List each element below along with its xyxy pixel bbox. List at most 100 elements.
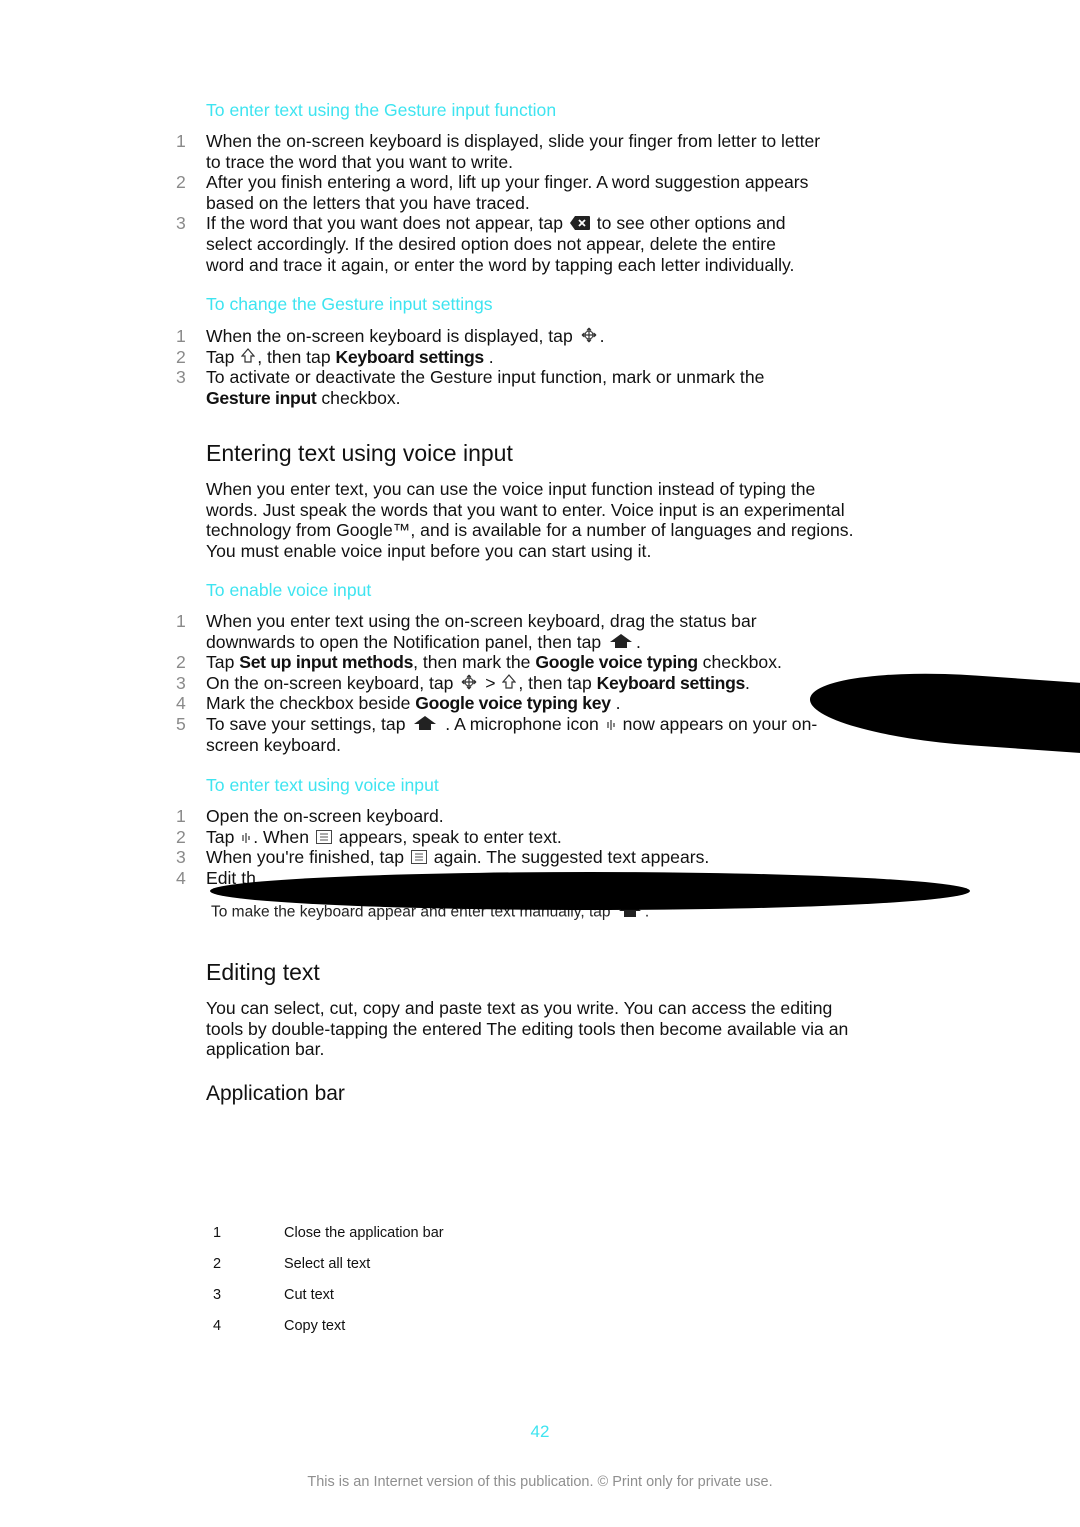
paragraph-line: tools by double-tapping the entered The … (0, 1019, 1080, 1040)
table-row-label: Close the application bar (284, 1225, 444, 1241)
text-run: checkbox. (316, 387, 401, 408)
text-run: After you finish entering a word, lift u… (206, 172, 809, 193)
line-text: You must enable voice input before you c… (206, 541, 651, 562)
steps-gesture-settings: 1 When the on-screen keyboard is displaye… (0, 326, 1080, 408)
text-run: When the on-screen keyboard is displayed… (206, 326, 578, 346)
step-number: 2 (176, 346, 186, 367)
shift-icon (240, 347, 256, 369)
table-row-number: 4 (213, 1318, 222, 1334)
text-run: to trace the word that you want to write… (206, 151, 514, 172)
text-run: . (610, 693, 621, 714)
heading-voice-input: Entering text using voice input (206, 440, 513, 466)
text-run: To activate or deactivate the Gesture in… (206, 367, 765, 388)
step-number: 2 (176, 652, 186, 673)
text-run: . A microphone icon (440, 713, 604, 734)
line-text: technology from Google™, and is availabl… (206, 520, 853, 541)
step-number: 3 (176, 213, 186, 234)
line-text: Tap , then tap Keyboard settings . (206, 347, 494, 369)
step-number: 1 (176, 611, 186, 631)
step-number: 3 (176, 672, 186, 693)
text-run: . (483, 346, 494, 367)
line-text: Tap . When appears, speak to enter text. (206, 827, 562, 849)
line-text: When the on-screen keyboard is displayed… (206, 131, 820, 152)
step-line: 3 To activate or deactivate the Gesture i… (0, 367, 1080, 388)
step-number: 1 (176, 806, 186, 826)
table-row-label: Select all text (284, 1256, 371, 1272)
text-run: . (636, 631, 641, 652)
paragraph-voice-intro: When you enter text, you can use the voi… (0, 479, 1080, 561)
paragraph-editing-intro: You can select, cut, copy and paste text… (0, 998, 1080, 1060)
text-run: word and trace it again, or enter the wo… (206, 254, 795, 275)
bold-term: Google voice typing key (415, 693, 611, 714)
table-row-label: Cut text (284, 1287, 334, 1303)
text-run: When you enter text, you can use the voi… (206, 479, 816, 499)
bold-term: Gesture input (206, 387, 317, 408)
step-number: 3 (176, 847, 186, 868)
text-run: . (599, 326, 605, 346)
line-text: screen keyboard. (206, 735, 341, 756)
step-number: 1 (176, 131, 186, 151)
text-run: , then tap (518, 672, 597, 693)
text-run: When the on-screen keyboard is displayed… (206, 131, 821, 151)
step-line: downwards to open the Notification panel… (0, 632, 1080, 653)
line-text: When you're finished, tap again. The sug… (206, 847, 709, 869)
line-text: You can select, cut, copy and paste text… (206, 998, 832, 1019)
text-run: When you're finished, tap (206, 847, 409, 868)
step-number: 1 (176, 326, 186, 346)
table-row-number: 1 (213, 1225, 222, 1241)
text-run: application bar. (206, 1039, 325, 1060)
step-line: word and trace it again, or enter the wo… (0, 255, 1080, 276)
step-line: select accordingly. If the desired optio… (0, 234, 1080, 255)
paragraph-line: words. Just speak the words that you wan… (0, 500, 1080, 521)
step-number: 2 (176, 172, 186, 193)
text-run: > (480, 672, 501, 693)
text-run: . When (253, 826, 314, 847)
step-line: 1 When you enter text using the on-screen… (0, 611, 1080, 632)
line-text: downwards to open the Notification panel… (206, 632, 641, 654)
text-run: On the on-screen keyboard, tap (206, 672, 459, 693)
shift-icon (502, 673, 517, 695)
text-run: You can select, cut, copy and paste text… (206, 998, 833, 1018)
step-line: to trace the word that you want to write… (0, 152, 1080, 173)
heading-editing-text: Editing text (206, 959, 320, 985)
text-run: Open the on-screen keyboard. (206, 806, 444, 826)
line-text: to trace the word that you want to write… (206, 152, 513, 173)
paragraph-line: application bar. (0, 1039, 1080, 1060)
bold-term: Google voice typing (535, 652, 698, 673)
move-icon (580, 327, 598, 348)
text-run: screen keyboard. (206, 734, 341, 755)
step-line: 2 After you finish entering a word, lift … (0, 172, 1080, 193)
step-line: 3 If the word that you want does not appe… (0, 213, 1080, 234)
step-line: Gesture input checkbox. (0, 388, 1080, 409)
line-text: Gesture input checkbox. (206, 388, 401, 409)
line-text: select accordingly. If the desired optio… (206, 234, 776, 255)
text-run: You must enable voice input before you c… (206, 540, 652, 561)
text-run: When you enter text using the on-screen … (206, 611, 757, 631)
table-row-number: 2 (213, 1256, 222, 1272)
subheading-gesture-enter: To enter text using the Gesture input fu… (206, 100, 557, 120)
line-text: If the word that you want does not appea… (206, 213, 786, 235)
table-row-number: 3 (213, 1287, 222, 1303)
text-run: downwards to open the Notification panel… (206, 631, 607, 652)
line-text: application bar. (206, 1039, 324, 1060)
paragraph-line: You must enable voice input before you c… (0, 541, 1080, 562)
text-run: technology from Google™, and is availabl… (206, 520, 854, 541)
line-text: words. Just speak the words that you wan… (206, 500, 845, 521)
step-line: 1 When the on-screen keyboard is displaye… (0, 326, 1080, 347)
step-line: based on the letters that you have trace… (0, 193, 1080, 214)
home-icon (608, 633, 634, 654)
subheading-enable-voice: To enable voice input (206, 580, 372, 600)
keyboard-icon (315, 828, 332, 849)
bold-term: Keyboard settings (335, 346, 485, 367)
text-run: select accordingly. If the desired optio… (206, 233, 776, 254)
text-run: checkbox. (697, 652, 782, 673)
page-number: 42 (530, 1422, 550, 1441)
step-line: 2 Tap . When appears, speak to enter text… (0, 827, 1080, 848)
line-text: tools by double-tapping the entered The … (206, 1019, 848, 1040)
text-run: Mark the checkbox beside (206, 693, 416, 714)
text-run: Tap (206, 826, 240, 847)
keyboard-icon (410, 848, 427, 869)
text-run: If the word that you want does not appea… (206, 213, 568, 234)
text-run: appears, speak to enter text. (333, 826, 562, 847)
text-run: Tap (206, 346, 240, 367)
